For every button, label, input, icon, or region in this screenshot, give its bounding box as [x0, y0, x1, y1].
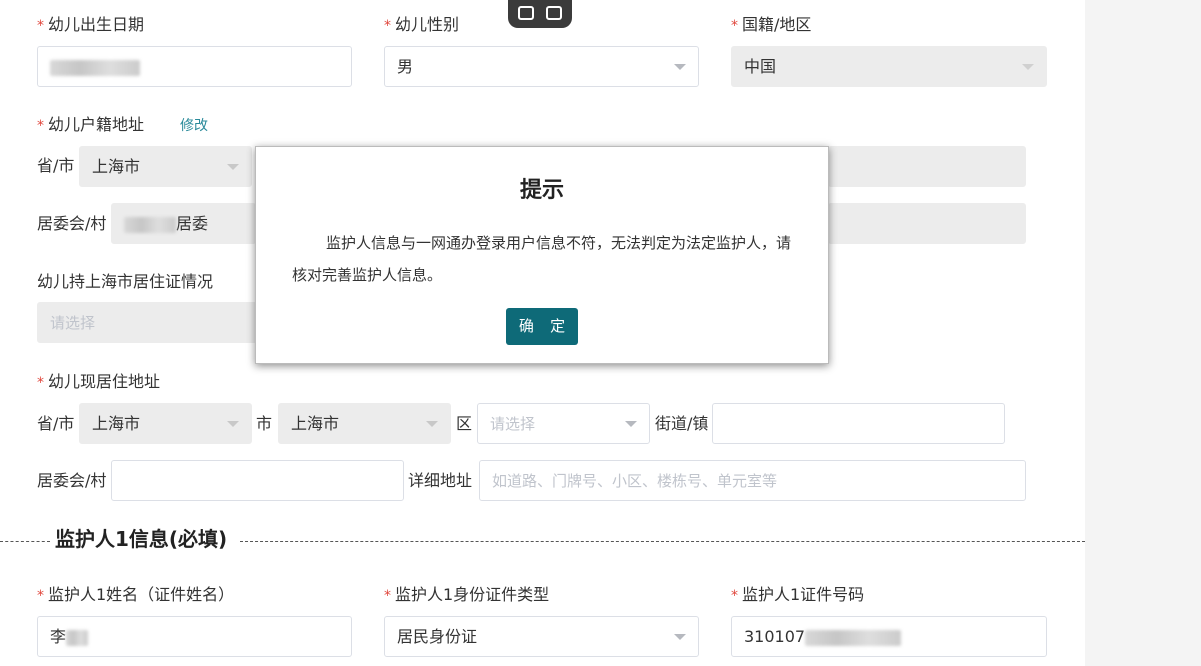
chevron-down-icon	[674, 634, 686, 640]
guardian-id-type-select[interactable]: 居民身份证	[384, 616, 699, 657]
chevron-down-icon	[625, 421, 637, 427]
guardian-id-type-label: * 监护人1身份证件类型	[384, 585, 550, 604]
hukou-province-label: 省/市	[37, 156, 75, 175]
hukou-committee-field[interactable]: 居委	[111, 203, 256, 244]
guardian-section-header: 监护人1信息(必填)	[0, 524, 1085, 554]
current-province-label: 省/市	[37, 414, 75, 433]
current-street-label: 街道/镇	[655, 414, 709, 433]
video-play-icon[interactable]	[546, 6, 562, 20]
divider	[240, 541, 1085, 542]
hukou-detail-field[interactable]	[828, 203, 1026, 244]
modify-link[interactable]: 修改	[180, 116, 208, 136]
gender-select[interactable]: 男	[384, 46, 699, 87]
redacted-value	[66, 629, 89, 646]
current-committee-label: 居委会/村	[37, 471, 107, 490]
hukou-committee-label: 居委会/村	[37, 214, 107, 233]
chevron-down-icon	[426, 421, 438, 427]
divider	[0, 541, 50, 542]
hukou-address-label: * 幼儿户籍地址	[37, 115, 145, 134]
current-street-field[interactable]	[712, 403, 1005, 444]
guardian-name-label: * 监护人1姓名（证件姓名）	[37, 585, 235, 604]
current-address-label: * 幼儿现居住地址	[37, 372, 161, 391]
current-district-select[interactable]: 请选择	[477, 403, 650, 444]
chevron-down-icon	[227, 421, 239, 427]
dialog-message: 监护人信息与一网通办登录用户信息不符，无法判定为法定监护人，请核对完善监护人信息…	[292, 234, 792, 284]
dialog-title: 提示	[519, 178, 564, 203]
birthdate-field[interactable]	[37, 46, 352, 87]
gender-label: * 幼儿性别	[384, 15, 460, 34]
alert-dialog: 提示 监护人信息与一网通办登录用户信息不符，无法判定为法定监护人，请核对完善监护…	[255, 146, 829, 364]
guardian-id-number-label: * 监护人1证件号码	[731, 585, 865, 604]
current-detail-label: 详细地址	[408, 471, 473, 490]
chevron-down-icon	[1022, 64, 1034, 70]
redacted-value	[805, 629, 902, 646]
residence-permit-select[interactable]: 请选择	[37, 302, 257, 343]
birthdate-label: * 幼儿出生日期	[37, 15, 145, 34]
nationality-select[interactable]: 中国	[731, 46, 1047, 87]
current-province-select[interactable]: 上海市	[79, 403, 252, 444]
chevron-down-icon	[227, 164, 239, 170]
current-district-label: 区	[456, 414, 473, 433]
residence-permit-label: 幼儿持上海市居住证情况	[37, 272, 214, 291]
guardian-section-title: 监护人1信息(必填)	[53, 524, 230, 554]
current-city-label: 市	[256, 414, 273, 433]
floating-toolbar	[508, 0, 572, 28]
chevron-down-icon	[674, 64, 686, 70]
guardian-name-field[interactable]: 李	[37, 616, 352, 657]
current-city-select[interactable]: 上海市	[278, 403, 451, 444]
current-committee-field[interactable]	[111, 460, 404, 501]
confirm-button[interactable]: 确 定	[506, 308, 578, 345]
redacted-value	[124, 216, 176, 233]
hukou-street-field[interactable]	[828, 146, 1026, 187]
current-detail-field[interactable]: 如道路、门牌号、小区、楼栋号、单元室等	[479, 460, 1026, 501]
redacted-value	[50, 59, 140, 76]
guardian-id-number-field[interactable]: 310107	[731, 616, 1047, 657]
hukou-province-select[interactable]: 上海市	[79, 146, 252, 187]
picture-in-picture-icon[interactable]	[518, 6, 534, 20]
nationality-label: * 国籍/地区	[731, 15, 812, 34]
